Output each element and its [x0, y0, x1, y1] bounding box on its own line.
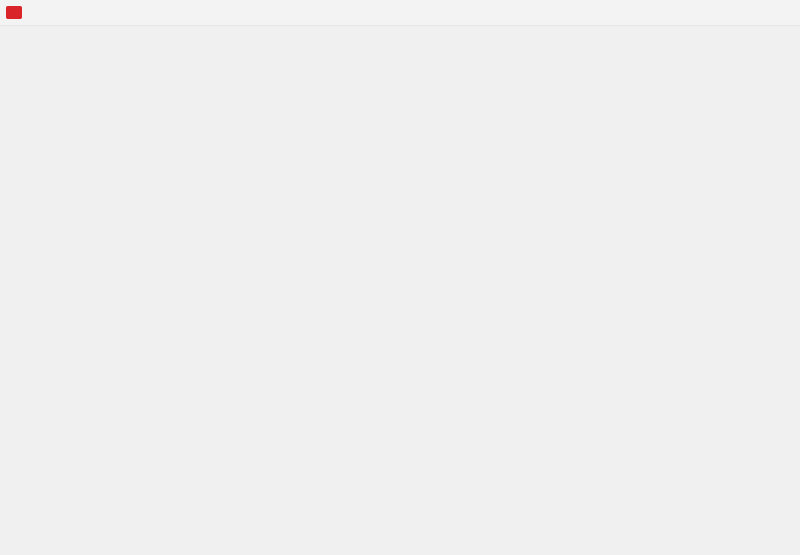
app-icon — [6, 6, 22, 19]
minimize-button[interactable] — [716, 0, 762, 26]
title-bar — [0, 0, 800, 26]
